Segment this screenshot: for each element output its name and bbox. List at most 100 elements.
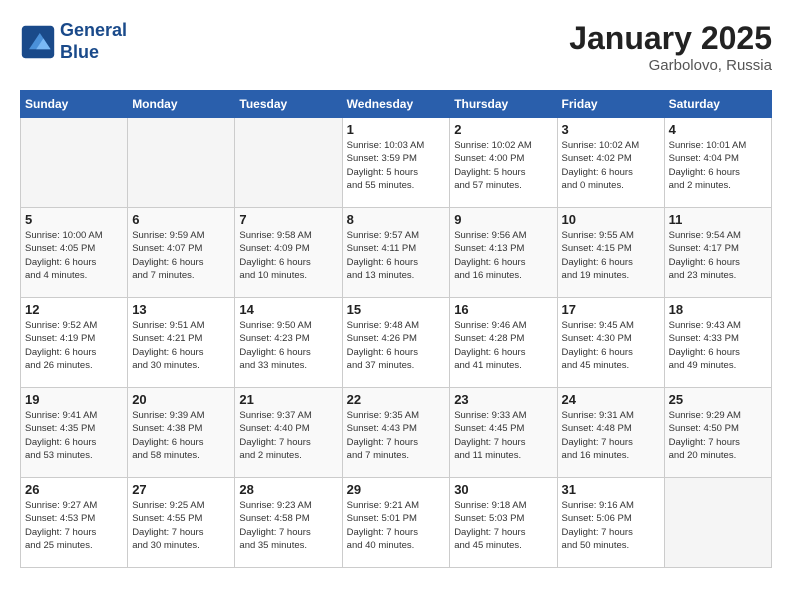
day-info: Sunrise: 9:25 AM Sunset: 4:55 PM Dayligh… [132, 499, 230, 552]
day-info: Sunrise: 9:51 AM Sunset: 4:21 PM Dayligh… [132, 319, 230, 372]
day-info: Sunrise: 9:23 AM Sunset: 4:58 PM Dayligh… [239, 499, 337, 552]
day-number: 9 [454, 212, 552, 227]
day-cell-28: 28 Sunrise: 9:23 AM Sunset: 4:58 PM Dayli… [235, 478, 342, 568]
day-info: Sunrise: 10:02 AM Sunset: 4:02 PM Daylig… [562, 139, 660, 192]
day-cell-16: 16Sunrise: 9:46 AM Sunset: 4:28 PM Dayli… [450, 298, 557, 388]
day-cell-14: 14Sunrise: 9:50 AM Sunset: 4:23 PM Dayli… [235, 298, 342, 388]
day-number: 31 [562, 482, 660, 497]
location: Garbolovo, Russia [569, 57, 772, 74]
day-cell-20: 20 Sunrise: 9:39 AM Sunset: 4:38 PM Dayli… [128, 388, 235, 478]
day-number: 11 [669, 212, 767, 227]
day-info: Sunrise: 10:01 AM Sunset: 4:04 PM Daylig… [669, 139, 767, 192]
day-cell-17: 17 Sunrise: 9:45 AM Sunset: 4:30 PM Dayli… [557, 298, 664, 388]
day-cell-7: 7Sunrise: 9:58 AM Sunset: 4:09 PM Daylig… [235, 208, 342, 298]
day-info: Sunrise: 9:41 AM Sunset: 4:35 PM Dayligh… [25, 409, 123, 462]
day-cell-31: 31 Sunrise: 9:16 AM Sunset: 5:06 PM Dayli… [557, 478, 664, 568]
day-cell-30: 30 Sunrise: 9:18 AM Sunset: 5:03 PM Dayli… [450, 478, 557, 568]
day-cell-25: 25 Sunrise: 9:29 AM Sunset: 4:50 PM Dayli… [664, 388, 771, 478]
day-info: Sunrise: 9:33 AM Sunset: 4:45 PM Dayligh… [454, 409, 552, 462]
week-row-4: 19 Sunrise: 9:41 AM Sunset: 4:35 PM Dayli… [21, 388, 772, 478]
calendar-table: SundayMondayTuesdayWednesdayThursdayFrid… [20, 90, 772, 568]
logo-icon [20, 24, 56, 60]
day-number: 28 [239, 482, 337, 497]
day-number: 23 [454, 392, 552, 407]
weekday-header-thursday: Thursday [450, 91, 557, 118]
day-info: Sunrise: 9:50 AM Sunset: 4:23 PM Dayligh… [239, 319, 337, 372]
day-cell-11: 11 Sunrise: 9:54 AM Sunset: 4:17 PM Dayli… [664, 208, 771, 298]
day-number: 1 [347, 122, 446, 137]
day-number: 26 [25, 482, 123, 497]
day-number: 4 [669, 122, 767, 137]
day-info: Sunrise: 9:29 AM Sunset: 4:50 PM Dayligh… [669, 409, 767, 462]
empty-cell [128, 118, 235, 208]
day-cell-29: 29 Sunrise: 9:21 AM Sunset: 5:01 PM Dayli… [342, 478, 450, 568]
day-number: 30 [454, 482, 552, 497]
day-cell-26: 26 Sunrise: 9:27 AM Sunset: 4:53 PM Dayli… [21, 478, 128, 568]
day-info: Sunrise: 9:18 AM Sunset: 5:03 PM Dayligh… [454, 499, 552, 552]
weekday-header-wednesday: Wednesday [342, 91, 450, 118]
day-info: Sunrise: 9:45 AM Sunset: 4:30 PM Dayligh… [562, 319, 660, 372]
logo-text: General Blue [60, 20, 127, 63]
week-row-5: 26 Sunrise: 9:27 AM Sunset: 4:53 PM Dayli… [21, 478, 772, 568]
day-info: Sunrise: 9:39 AM Sunset: 4:38 PM Dayligh… [132, 409, 230, 462]
day-info: Sunrise: 9:21 AM Sunset: 5:01 PM Dayligh… [347, 499, 446, 552]
day-cell-1: 1Sunrise: 10:03 AM Sunset: 3:59 PM Dayli… [342, 118, 450, 208]
day-cell-21: 21 Sunrise: 9:37 AM Sunset: 4:40 PM Dayli… [235, 388, 342, 478]
day-info: Sunrise: 9:31 AM Sunset: 4:48 PM Dayligh… [562, 409, 660, 462]
day-info: Sunrise: 10:00 AM Sunset: 4:05 PM Daylig… [25, 229, 123, 282]
week-row-3: 12Sunrise: 9:52 AM Sunset: 4:19 PM Dayli… [21, 298, 772, 388]
day-info: Sunrise: 9:59 AM Sunset: 4:07 PM Dayligh… [132, 229, 230, 282]
day-cell-15: 15Sunrise: 9:48 AM Sunset: 4:26 PM Dayli… [342, 298, 450, 388]
month-title: January 2025 [569, 20, 772, 57]
week-row-2: 5Sunrise: 10:00 AM Sunset: 4:05 PM Dayli… [21, 208, 772, 298]
day-cell-10: 10 Sunrise: 9:55 AM Sunset: 4:15 PM Dayli… [557, 208, 664, 298]
page-header: General Blue January 2025 Garbolovo, Rus… [20, 20, 772, 74]
day-number: 25 [669, 392, 767, 407]
day-cell-19: 19 Sunrise: 9:41 AM Sunset: 4:35 PM Dayli… [21, 388, 128, 478]
day-number: 13 [132, 302, 230, 317]
day-info: Sunrise: 9:35 AM Sunset: 4:43 PM Dayligh… [347, 409, 446, 462]
day-number: 21 [239, 392, 337, 407]
day-info: Sunrise: 9:56 AM Sunset: 4:13 PM Dayligh… [454, 229, 552, 282]
day-number: 3 [562, 122, 660, 137]
day-number: 10 [562, 212, 660, 227]
weekday-header-sunday: Sunday [21, 91, 128, 118]
day-number: 19 [25, 392, 123, 407]
day-number: 16 [454, 302, 552, 317]
day-cell-27: 27Sunrise: 9:25 AM Sunset: 4:55 PM Dayli… [128, 478, 235, 568]
day-cell-8: 8Sunrise: 9:57 AM Sunset: 4:11 PM Daylig… [342, 208, 450, 298]
day-info: Sunrise: 9:43 AM Sunset: 4:33 PM Dayligh… [669, 319, 767, 372]
day-info: Sunrise: 9:27 AM Sunset: 4:53 PM Dayligh… [25, 499, 123, 552]
day-number: 18 [669, 302, 767, 317]
day-number: 29 [347, 482, 446, 497]
day-info: Sunrise: 9:16 AM Sunset: 5:06 PM Dayligh… [562, 499, 660, 552]
title-area: January 2025 Garbolovo, Russia [569, 20, 772, 74]
day-number: 12 [25, 302, 123, 317]
day-number: 6 [132, 212, 230, 227]
day-cell-9: 9 Sunrise: 9:56 AM Sunset: 4:13 PM Daylig… [450, 208, 557, 298]
day-cell-23: 23 Sunrise: 9:33 AM Sunset: 4:45 PM Dayli… [450, 388, 557, 478]
day-number: 20 [132, 392, 230, 407]
day-info: Sunrise: 9:54 AM Sunset: 4:17 PM Dayligh… [669, 229, 767, 282]
weekday-header-friday: Friday [557, 91, 664, 118]
logo: General Blue [20, 20, 127, 63]
weekday-header-tuesday: Tuesday [235, 91, 342, 118]
day-info: Sunrise: 9:37 AM Sunset: 4:40 PM Dayligh… [239, 409, 337, 462]
day-info: Sunrise: 9:58 AM Sunset: 4:09 PM Dayligh… [239, 229, 337, 282]
day-cell-4: 4 Sunrise: 10:01 AM Sunset: 4:04 PM Dayli… [664, 118, 771, 208]
day-number: 22 [347, 392, 446, 407]
day-number: 17 [562, 302, 660, 317]
day-cell-22: 22 Sunrise: 9:35 AM Sunset: 4:43 PM Dayli… [342, 388, 450, 478]
day-cell-5: 5Sunrise: 10:00 AM Sunset: 4:05 PM Dayli… [21, 208, 128, 298]
day-cell-6: 6 Sunrise: 9:59 AM Sunset: 4:07 PM Daylig… [128, 208, 235, 298]
day-cell-12: 12Sunrise: 9:52 AM Sunset: 4:19 PM Dayli… [21, 298, 128, 388]
empty-cell [235, 118, 342, 208]
day-info: Sunrise: 9:48 AM Sunset: 4:26 PM Dayligh… [347, 319, 446, 372]
week-row-1: 1Sunrise: 10:03 AM Sunset: 3:59 PM Dayli… [21, 118, 772, 208]
empty-cell [664, 478, 771, 568]
empty-cell [21, 118, 128, 208]
day-cell-18: 18 Sunrise: 9:43 AM Sunset: 4:33 PM Dayli… [664, 298, 771, 388]
weekday-header-monday: Monday [128, 91, 235, 118]
weekday-header-row: SundayMondayTuesdayWednesdayThursdayFrid… [21, 91, 772, 118]
day-info: Sunrise: 9:55 AM Sunset: 4:15 PM Dayligh… [562, 229, 660, 282]
